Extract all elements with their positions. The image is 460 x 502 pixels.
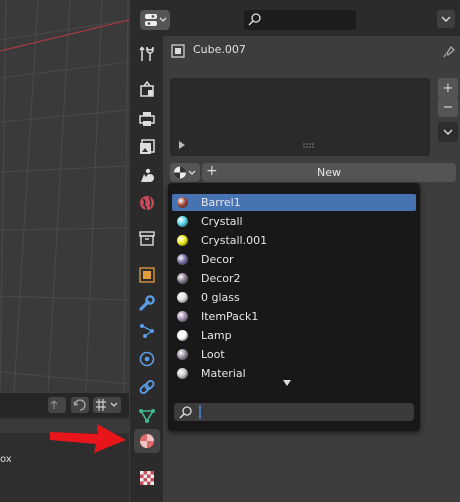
tab-particles[interactable] xyxy=(134,319,160,343)
material-item-label: 0 glass xyxy=(201,291,240,304)
material-item-label: Decor2 xyxy=(201,272,241,285)
material-item-label: Barrel1 xyxy=(201,196,241,209)
pin-icon[interactable] xyxy=(441,43,457,59)
x-axis-line xyxy=(0,19,129,52)
sync-button[interactable] xyxy=(71,397,89,413)
material-item-label: ItemPack1 xyxy=(201,310,259,323)
material-item[interactable]: ItemPack1 xyxy=(172,308,416,325)
material-item-label: Crystall xyxy=(201,215,243,228)
material-item[interactable]: Barrel1 xyxy=(172,194,416,211)
constraints-icon xyxy=(139,380,155,394)
properties-tabs xyxy=(130,36,163,502)
material-item[interactable]: Loot xyxy=(172,346,416,363)
outliner-item-label: ox xyxy=(0,454,12,465)
material-preview-icon xyxy=(177,330,188,341)
material-preview-icon xyxy=(177,273,188,284)
material-item-label: Crystall.001 xyxy=(201,234,268,247)
search-icon xyxy=(248,13,261,26)
material-item-label: Material xyxy=(201,367,246,380)
display-mode-dropdown[interactable] xyxy=(93,397,121,413)
data-icon xyxy=(139,409,155,423)
material-item-label: Loot xyxy=(201,348,225,361)
material-item[interactable]: Crystall xyxy=(172,213,416,230)
world-icon xyxy=(140,196,154,211)
object-icon xyxy=(171,44,185,58)
material-item[interactable]: Crystall.001 xyxy=(172,232,416,249)
material-item[interactable]: 0 glass xyxy=(172,289,416,306)
expand-triangle-icon[interactable] xyxy=(178,140,186,150)
material-item-label: Decor xyxy=(201,253,234,266)
material-preview-icon xyxy=(177,349,188,360)
tab-material[interactable] xyxy=(134,429,160,453)
tab-tool[interactable] xyxy=(134,42,160,66)
material-preview-icon xyxy=(177,254,188,265)
tab-texture[interactable] xyxy=(134,466,160,490)
chevron-down-icon xyxy=(441,16,451,22)
material-icon xyxy=(140,434,154,448)
bottom-left-header xyxy=(0,393,129,417)
material-preview-icon xyxy=(177,292,188,303)
tab-object[interactable] xyxy=(134,263,160,287)
remove-slot-button[interactable]: − xyxy=(438,97,458,117)
material-preview-icon xyxy=(177,311,188,322)
material-item-label: Lamp xyxy=(201,329,232,342)
filter-button[interactable] xyxy=(48,397,66,413)
material-preview-icon xyxy=(177,216,188,227)
editor-type-dropdown[interactable] xyxy=(140,10,170,30)
tab-data[interactable] xyxy=(134,403,160,427)
browse-material-button[interactable] xyxy=(170,163,200,182)
slot-specials-dropdown[interactable] xyxy=(438,122,458,142)
tab-scene[interactable] xyxy=(134,163,160,187)
object-icon xyxy=(139,267,155,283)
physics-icon xyxy=(139,351,155,367)
view-layer-icon xyxy=(140,139,155,154)
tab-output[interactable] xyxy=(134,107,160,131)
render-icon xyxy=(140,80,154,97)
tab-constraints[interactable] xyxy=(134,375,160,399)
properties-search-input[interactable] xyxy=(244,10,356,30)
options-dropdown[interactable] xyxy=(437,10,455,28)
annotation-arrow xyxy=(50,424,126,453)
output-icon xyxy=(139,112,155,126)
material-preview-icon xyxy=(177,235,188,246)
tab-world[interactable] xyxy=(134,191,160,215)
new-material-button[interactable]: + New xyxy=(202,163,456,182)
tab-collection[interactable] xyxy=(134,226,160,250)
tab-view-layer[interactable] xyxy=(134,135,160,159)
object-name-label: Cube.007 xyxy=(193,43,246,56)
tool-icon xyxy=(139,46,154,61)
tab-render[interactable] xyxy=(134,78,160,102)
particles-icon xyxy=(140,324,154,338)
chevron-down-icon xyxy=(443,129,453,135)
search-icon xyxy=(179,406,192,419)
tab-physics[interactable] xyxy=(134,347,160,371)
new-material-label: New xyxy=(317,166,341,179)
material-search-input[interactable] xyxy=(174,403,414,421)
collection-icon xyxy=(139,231,155,246)
material-item[interactable]: Decor xyxy=(172,251,416,268)
material-browser-popup: Barrel1 Crystall Crystall.001 Decor Decor2 0 … xyxy=(168,183,420,431)
tab-modifiers[interactable] xyxy=(134,291,160,315)
material-item[interactable]: Decor2 xyxy=(172,270,416,287)
material-item[interactable]: Lamp xyxy=(172,327,416,344)
material-preview-icon xyxy=(177,197,188,208)
add-slot-button[interactable]: + xyxy=(438,78,458,98)
modifier-icon xyxy=(139,295,155,311)
material-preview-icon xyxy=(177,368,188,379)
scroll-down-arrow-icon[interactable] xyxy=(282,379,292,387)
material-slot-list[interactable] xyxy=(170,78,430,156)
3d-viewport[interactable] xyxy=(0,0,129,392)
resize-grip-icon[interactable] xyxy=(302,142,314,150)
texture-icon xyxy=(140,471,154,485)
scene-icon xyxy=(141,168,154,182)
viewport-grid xyxy=(0,0,129,392)
material-item[interactable]: Material xyxy=(172,365,416,382)
text-cursor xyxy=(199,405,201,419)
